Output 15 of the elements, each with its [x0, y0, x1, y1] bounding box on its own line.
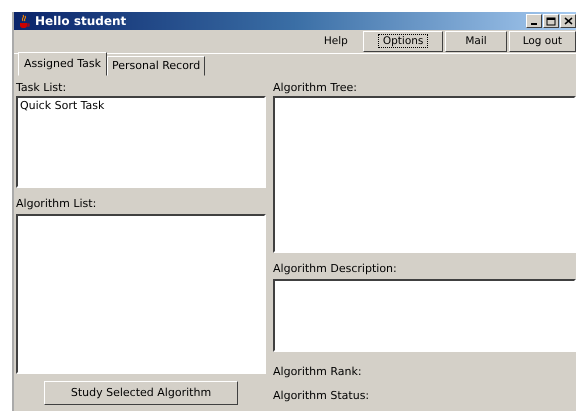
- menu-button[interactable]: Mail: [445, 31, 507, 52]
- algorithm-list-label: Algorithm List:: [16, 196, 98, 212]
- algorithm-rank-label: Algorithm Rank:: [273, 364, 363, 380]
- algorithm-tree-label: Algorithm Tree:: [273, 80, 358, 96]
- window-title: Hello student: [35, 13, 126, 30]
- study-algorithm-button[interactable]: Study Selected Algorithm: [44, 381, 238, 405]
- menu-button[interactable]: Log out: [508, 31, 576, 52]
- tab[interactable]: Assigned Task: [18, 52, 107, 76]
- task-list-item[interactable]: Quick Sort Task: [20, 98, 262, 114]
- tab[interactable]: Personal Record: [106, 56, 206, 76]
- task-list-label: Task List:: [16, 80, 68, 96]
- task-list[interactable]: Quick Sort Task: [16, 96, 266, 188]
- algorithm-status-label: Algorithm Status:: [273, 388, 370, 404]
- algorithm-description-label: Algorithm Description:: [273, 261, 398, 277]
- menu-button[interactable]: Options: [362, 31, 444, 52]
